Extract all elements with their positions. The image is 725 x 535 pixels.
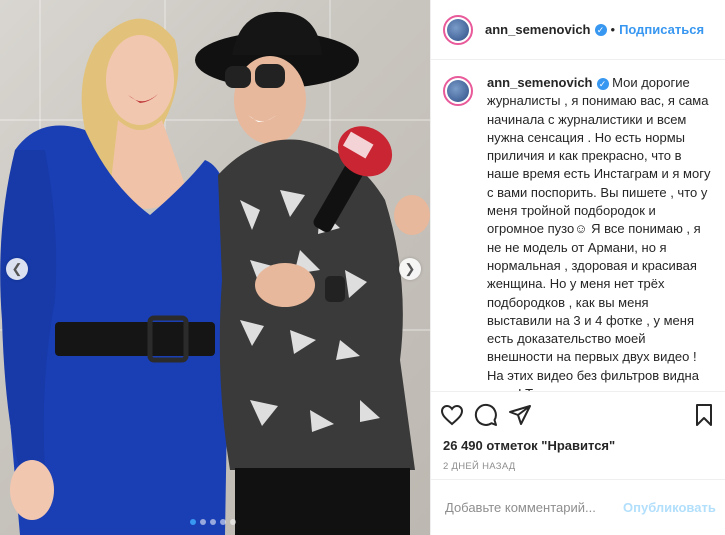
- separator-dot: •: [610, 22, 616, 37]
- publish-button[interactable]: Опубликовать: [623, 500, 716, 515]
- carousel-dot: [220, 519, 226, 525]
- heart-icon: [440, 404, 464, 425]
- carousel-dot: [210, 519, 216, 525]
- chevron-right-icon: ❯: [404, 261, 416, 276]
- post-header: ann_semenovich ✓ • Подписаться: [431, 0, 725, 60]
- post-timestamp[interactable]: 2 ДНЕЙ НАЗАД: [431, 455, 725, 479]
- caption-username-link[interactable]: ann_semenovich: [487, 75, 593, 90]
- post-photo[interactable]: ❮ ❯: [0, 0, 430, 535]
- carousel-dot: [200, 519, 206, 525]
- photo-illustration: [0, 0, 430, 535]
- carousel-prev-button[interactable]: ❮: [6, 258, 28, 280]
- avatar[interactable]: [443, 14, 473, 45]
- share-button[interactable]: [507, 402, 533, 428]
- save-button[interactable]: [691, 402, 717, 428]
- likes-count[interactable]: 26 490 отметок "Нравится": [431, 437, 725, 455]
- verified-icon: ✓: [596, 77, 609, 90]
- username-link[interactable]: ann_semenovich: [485, 22, 591, 37]
- chevron-left-icon: ❮: [11, 261, 23, 276]
- follow-button[interactable]: Подписаться: [619, 22, 704, 37]
- comment-input[interactable]: [443, 499, 623, 516]
- comment-icon: [474, 403, 497, 426]
- like-button[interactable]: [439, 402, 465, 428]
- action-bar: [431, 391, 725, 437]
- add-comment-bar: Опубликовать: [431, 479, 725, 535]
- caption-text: Мои дорогие журналисты , я понимаю вас, …: [487, 75, 711, 391]
- carousel-next-button[interactable]: ❯: [399, 258, 421, 280]
- carousel-indicator: [190, 519, 236, 525]
- carousel-dot: [230, 519, 236, 525]
- comment-button[interactable]: [473, 402, 499, 428]
- post-caption: ann_semenovich ✓ Мои дорогие журналисты ,…: [487, 74, 712, 391]
- comments-area[interactable]: ann_semenovich ✓ Мои дорогие журналисты ,…: [431, 60, 725, 391]
- verified-icon: ✓: [594, 23, 607, 36]
- carousel-dot: [190, 519, 196, 525]
- instagram-post: ❮ ❯ ann_semenovich ✓ • Подписаться ann_s…: [0, 0, 725, 535]
- share-icon: [509, 404, 531, 425]
- avatar[interactable]: [443, 76, 473, 106]
- bookmark-icon: [696, 403, 712, 426]
- post-details-panel: ann_semenovich ✓ • Подписаться ann_semen…: [430, 0, 725, 535]
